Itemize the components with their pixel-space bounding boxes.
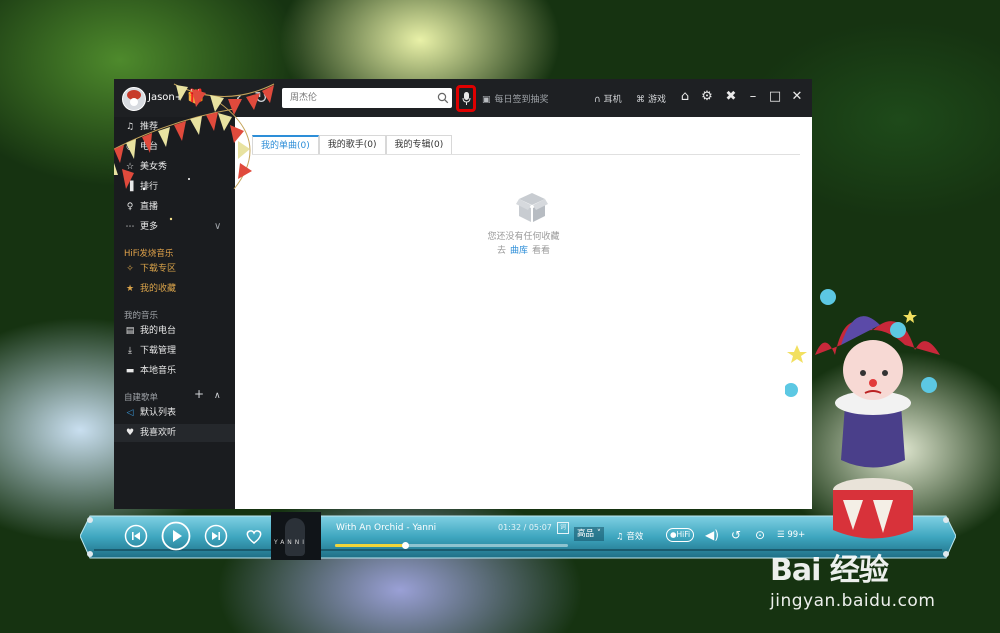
- headphone-icon: ∩: [594, 95, 601, 105]
- volume-icon[interactable]: ◀): [705, 527, 719, 543]
- playlist-heading: 自建歌单: [124, 393, 159, 403]
- watermark-logo: Bai 经验: [770, 553, 889, 588]
- voice-search-button[interactable]: [456, 85, 476, 112]
- monitor-icon: ▬: [125, 366, 135, 376]
- caret-down-icon: ˅: [596, 529, 601, 539]
- quality-selector[interactable]: 高品 ˅: [574, 527, 604, 541]
- next-track-button[interactable]: [204, 524, 228, 548]
- chevron-up-icon[interactable]: ∧: [214, 391, 221, 401]
- gift-box-icon: ▣: [482, 95, 491, 105]
- sidebar-item-default-list[interactable]: ◁ 默认列表: [124, 404, 176, 422]
- progress-handle[interactable]: [401, 542, 409, 549]
- earphone-button[interactable]: ∩ 耳机: [594, 92, 622, 105]
- minimize-button[interactable]: –: [746, 89, 760, 105]
- more-options-icon[interactable]: ⊙: [753, 527, 767, 543]
- previous-track-button[interactable]: [124, 524, 148, 548]
- heart-icon: ♥: [125, 428, 135, 438]
- watermark-url: jingyan.baidu.com: [770, 591, 936, 611]
- music-note-icon: ♫: [616, 532, 624, 542]
- tab-my-albums[interactable]: 我的专辑(0): [385, 135, 453, 154]
- empty-box-icon: [516, 193, 548, 222]
- progress-fill: [335, 544, 405, 547]
- sidebar-item-my-likes[interactable]: ♥ 我喜欢听: [114, 424, 235, 442]
- sidebar-item-my-favorites[interactable]: ★ 我的收藏: [124, 280, 176, 298]
- gamepad-icon: ⌘: [636, 95, 645, 105]
- progress-bar[interactable]: [335, 542, 568, 549]
- microphone-icon: [462, 92, 471, 105]
- cover-figure: [285, 518, 305, 556]
- sidebar-item-local-music[interactable]: ▬ 本地音乐: [124, 362, 176, 380]
- radio-box-icon: ▤: [125, 326, 135, 336]
- daily-signin-link[interactable]: ▣ 每日签到抽奖: [482, 92, 549, 105]
- sidebar-item-my-radio[interactable]: ▤ 我的电台: [124, 322, 176, 340]
- mini-mode-icon[interactable]: ✖: [724, 89, 738, 105]
- loop-mode-icon[interactable]: ↺: [729, 527, 743, 543]
- search-icon[interactable]: [437, 92, 449, 104]
- sound-effect-button[interactable]: ♫ 音效: [616, 530, 643, 542]
- star-filled-icon: ★: [125, 284, 135, 294]
- list-icon: ☰: [777, 530, 785, 540]
- jester-mascot: [785, 289, 940, 539]
- download-icon: ⤓: [128, 346, 132, 356]
- close-button[interactable]: ✕: [790, 89, 804, 105]
- game-button[interactable]: ⌘ 游戏: [636, 92, 666, 105]
- hifi-toggle[interactable]: ●HiFi: [666, 528, 695, 542]
- song-title[interactable]: With An Orchid - Yanni: [336, 523, 436, 533]
- bunting-decoration: [114, 83, 275, 221]
- my-music-heading: 我的音乐: [124, 311, 159, 321]
- maximize-button[interactable]: □: [768, 89, 782, 105]
- skin-icon[interactable]: ⌂: [678, 89, 692, 105]
- play-button[interactable]: [161, 521, 191, 551]
- playback-time: 01:32 / 05:07: [498, 523, 552, 532]
- speaker-icon: ◁: [126, 408, 134, 418]
- album-cover[interactable]: YANNI: [271, 512, 321, 560]
- sidebar-item-download-manager[interactable]: ⤓ 下载管理: [124, 342, 176, 360]
- heart-icon[interactable]: [242, 524, 266, 548]
- music-app-window: Jason+ 🎁 ‹ ↻ ▣每日签到抽奖 ∩耳机 ⌘游戏 ⌂ ⚙ ✖ – □ ✕: [114, 79, 812, 509]
- lyrics-button[interactable]: 词: [557, 522, 569, 534]
- cover-artist-text: YANNI: [274, 539, 308, 546]
- baidu-jingyan-watermark: Bai 经验 jingyan.baidu.com: [770, 545, 980, 625]
- gear-icon[interactable]: ⚙: [700, 89, 714, 105]
- add-playlist-button[interactable]: +: [194, 387, 204, 401]
- library-link[interactable]: 曲库: [510, 246, 528, 256]
